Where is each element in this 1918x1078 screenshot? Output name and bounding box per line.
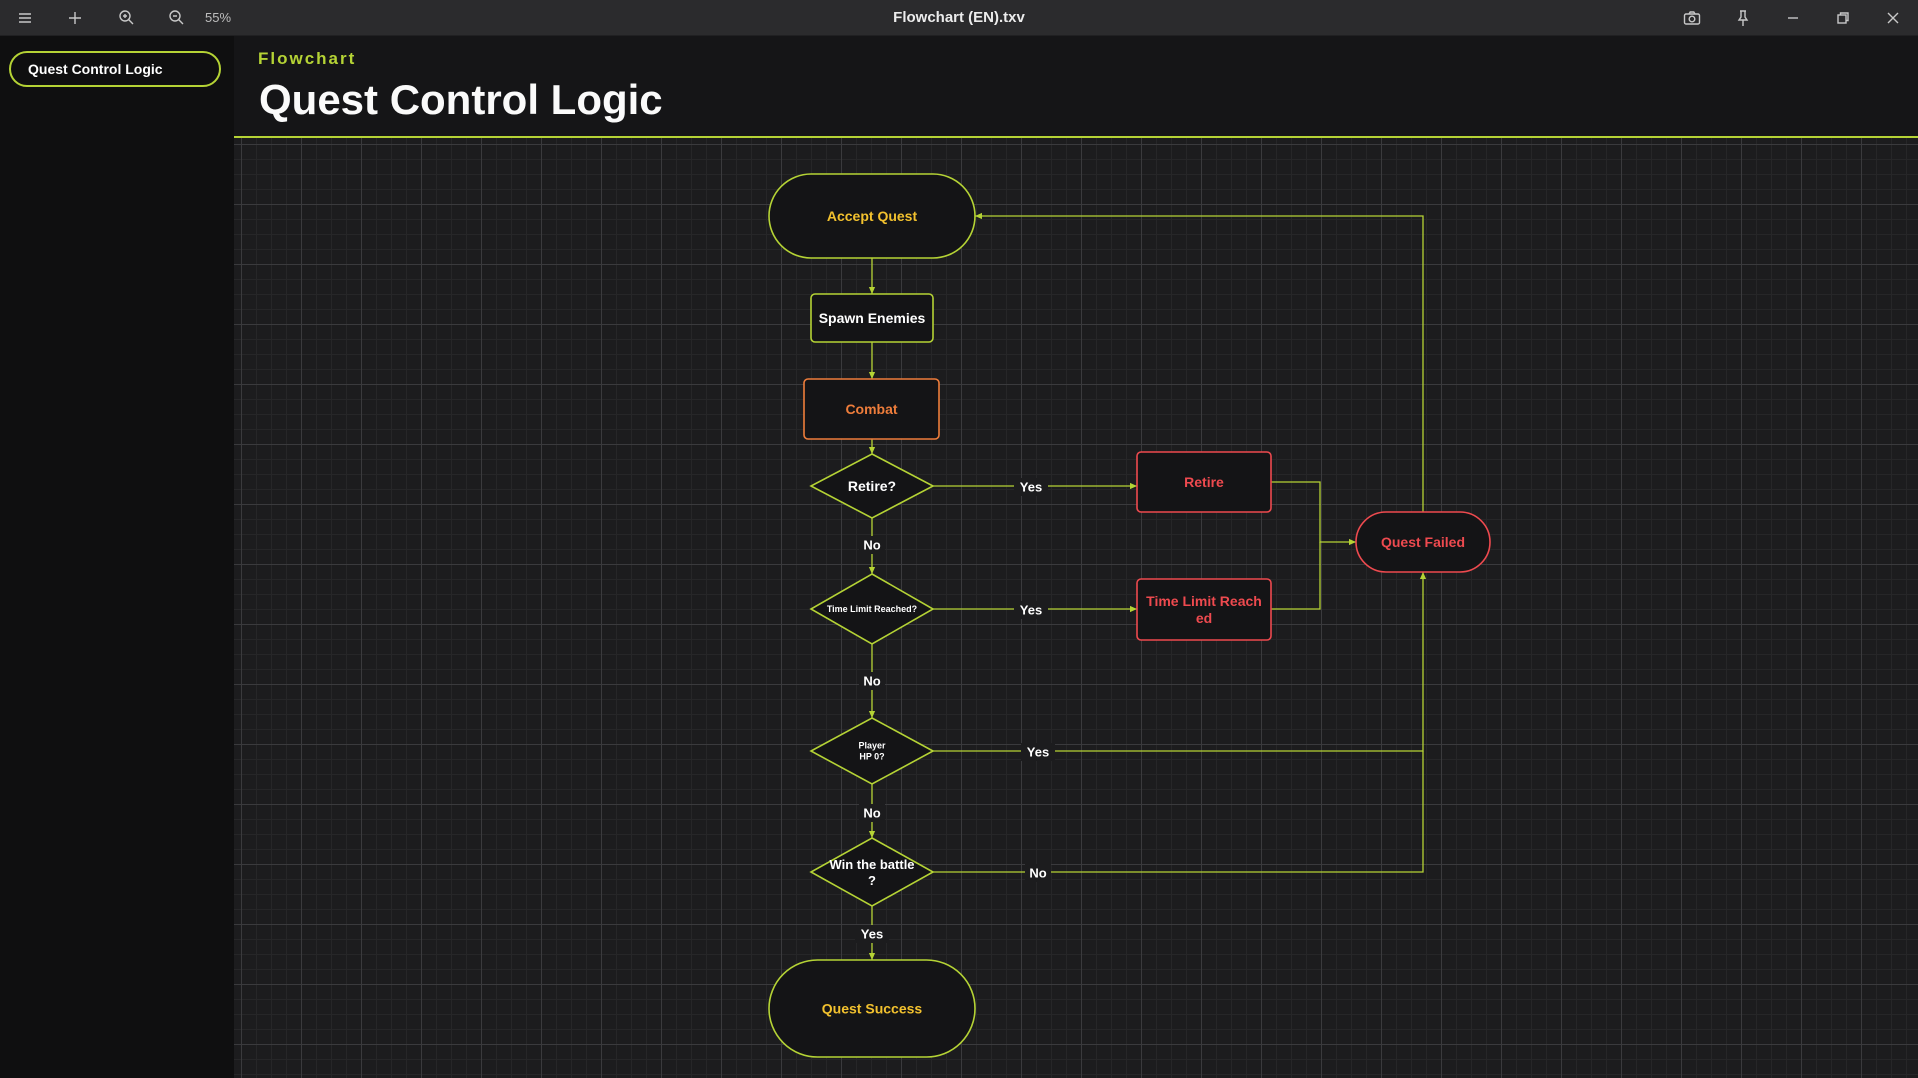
plus-icon[interactable] <box>55 0 95 35</box>
sidebar-item-quest-control-logic[interactable]: Quest Control Logic <box>9 51 221 87</box>
edge-label: No <box>863 538 880 553</box>
node-win-q[interactable]: Win the battle? <box>809 837 935 907</box>
node-label: Retire? <box>848 478 896 494</box>
diagram-canvas[interactable]: Accept Quest Spawn Enemies Combat Retire? Ti… <box>234 138 1918 1078</box>
edge-label: Yes <box>1027 745 1049 760</box>
node-label: Spawn Enemies <box>819 310 926 326</box>
edge-time-limit-to-quest-failed <box>1271 542 1321 610</box>
pin-icon[interactable] <box>1723 0 1763 35</box>
document-header: Flowchart Quest Control Logic <box>234 36 1918 136</box>
node-retire[interactable]: Retire <box>1136 451 1272 513</box>
menu-icon[interactable] <box>5 0 45 35</box>
edge-label: Yes <box>861 927 883 942</box>
document-kind: Flowchart <box>258 49 357 68</box>
close-icon[interactable] <box>1873 0 1913 35</box>
edge-label: Yes <box>1020 480 1042 495</box>
window-title: Flowchart (EN).txv <box>893 9 1025 26</box>
node-time-limit[interactable]: Time Limit Reach ed <box>1136 578 1272 641</box>
camera-icon[interactable] <box>1672 0 1712 35</box>
page-title: Quest Control Logic <box>259 76 663 123</box>
node-retire-q[interactable]: Retire? <box>809 453 935 519</box>
node-label: Time Limit Reached? <box>827 604 917 614</box>
edge-label: No <box>863 806 880 821</box>
node-time-q[interactable]: Time Limit Reached? <box>809 573 935 645</box>
node-combat[interactable]: Combat <box>803 378 940 440</box>
edge-label: No <box>1029 866 1046 881</box>
node-label: Accept Quest <box>827 208 918 224</box>
node-quest-failed[interactable]: Quest Failed <box>1355 511 1491 573</box>
zoom-out-icon[interactable] <box>156 0 196 35</box>
node-hp-q[interactable]: Player HP 0? <box>809 717 935 785</box>
node-label: Quest Failed <box>1381 534 1465 550</box>
sidebar: Quest Control Logic <box>0 36 234 1078</box>
node-label: Combat <box>845 401 897 417</box>
edge-retire-to-quest-failed <box>1271 481 1356 546</box>
title-bar: 55% Flowchart (EN).txv <box>0 0 1918 36</box>
minimize-icon[interactable] <box>1773 0 1813 35</box>
node-spawn-enemies[interactable]: Spawn Enemies <box>810 293 934 343</box>
restore-icon[interactable] <box>1823 0 1863 35</box>
zoom-in-icon[interactable] <box>106 0 146 35</box>
node-accept-quest[interactable]: Accept Quest <box>768 173 976 259</box>
node-label: Player HP 0? <box>858 741 886 762</box>
node-label: Retire <box>1184 474 1224 490</box>
edge-label: No <box>863 674 880 689</box>
node-label: Quest Success <box>822 1001 923 1017</box>
zoom-level: 55% <box>205 10 232 25</box>
flowchart-diagram: Accept Quest Spawn Enemies Combat Retire? Ti… <box>768 173 1491 1058</box>
edge-label: Yes <box>1020 603 1042 618</box>
node-quest-success[interactable]: Quest Success <box>768 959 976 1058</box>
edge-win-q-to-quest-failed <box>933 751 1424 873</box>
